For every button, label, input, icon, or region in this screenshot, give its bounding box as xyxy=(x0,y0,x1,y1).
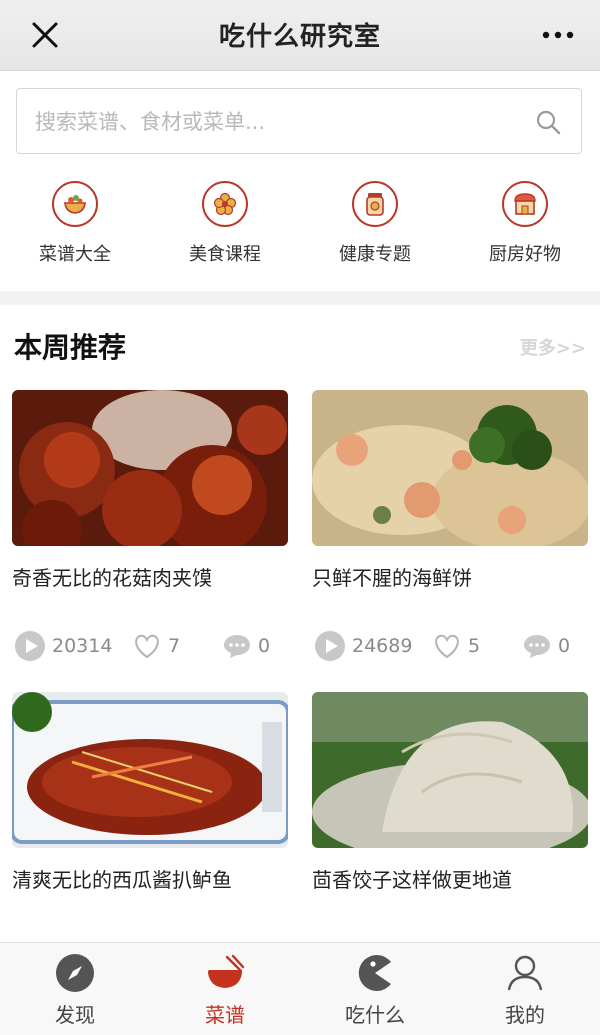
recipe-photo[interactable] xyxy=(312,692,588,848)
tab-profile[interactable]: 我的 xyxy=(450,943,600,1035)
search-area: 菜谱大全 美食课程 xyxy=(0,71,600,291)
like-count-value: 5 xyxy=(468,635,481,657)
pacman-icon xyxy=(358,955,391,991)
recipe-card[interactable]: 清爽无比的西瓜酱扒鲈鱼 xyxy=(12,692,288,893)
category-recipes[interactable]: 菜谱大全 xyxy=(10,181,140,281)
section-title: 本周推荐 xyxy=(14,331,127,364)
compass-icon xyxy=(56,954,94,992)
recipe-stats: 24689 5 0 xyxy=(312,630,588,662)
category-health[interactable]: 健康专题 xyxy=(310,181,440,281)
recipe-title[interactable]: 茴香饺子这样做更地道 xyxy=(312,864,588,893)
shop-icon xyxy=(502,181,548,227)
category-label: 厨房好物 xyxy=(489,244,561,265)
title-bar: 吃什么研究室 xyxy=(0,0,600,71)
recipe-title[interactable]: 清爽无比的西瓜酱扒鲈鱼 xyxy=(12,864,288,893)
recipe-title[interactable]: 只鲜不腥的海鲜饼 xyxy=(312,562,588,591)
more-link[interactable]: 更多>> xyxy=(520,334,586,360)
heart-icon xyxy=(135,634,159,659)
recipe-title[interactable]: 奇香无比的花菇肉夹馍 xyxy=(12,562,288,591)
play-count-value: 24689 xyxy=(352,635,413,657)
tab-recipes[interactable]: 菜谱 xyxy=(150,943,300,1035)
bottom-tab-bar: 发现 菜谱 吃什么 我的 xyxy=(0,942,600,1035)
tab-what-to-eat[interactable]: 吃什么 xyxy=(300,943,450,1035)
like-count-value: 7 xyxy=(168,635,181,657)
tab-label: 发现 xyxy=(55,1003,95,1027)
play-icon xyxy=(315,631,345,661)
play-icon xyxy=(15,631,45,661)
recipe-card[interactable]: 奇香无比的花菇肉夹馍 20314 7 0 xyxy=(12,390,288,661)
category-label: 美食课程 xyxy=(189,244,261,265)
play-count: 20314 xyxy=(14,630,112,662)
search-input[interactable] xyxy=(33,99,517,145)
recipe-photo[interactable] xyxy=(12,390,288,546)
category-row: 菜谱大全 美食课程 健康专题 厨房好物 xyxy=(0,181,600,281)
tab-label: 我的 xyxy=(505,1003,545,1027)
more-icon xyxy=(542,31,574,39)
more-button[interactable] xyxy=(538,22,578,48)
comment-count-value: 0 xyxy=(558,635,571,657)
search-icon[interactable] xyxy=(535,109,561,135)
category-courses[interactable]: 美食课程 xyxy=(160,181,290,281)
recipe-card[interactable]: 只鲜不腥的海鲜饼 24689 5 0 xyxy=(312,390,588,661)
flower-icon xyxy=(202,181,248,227)
section-divider xyxy=(0,291,600,305)
tab-discover[interactable]: 发现 xyxy=(0,943,150,1035)
like-count[interactable]: 5 xyxy=(432,630,480,662)
heart-icon xyxy=(435,634,459,659)
recipe-photo[interactable] xyxy=(12,692,288,848)
category-kitchen-goods[interactable]: 厨房好物 xyxy=(460,181,590,281)
comment-count-value: 0 xyxy=(258,635,271,657)
recipe-photo[interactable] xyxy=(312,390,588,546)
comment-icon xyxy=(224,635,250,658)
recipe-stats: 20314 7 0 xyxy=(12,630,288,662)
like-count[interactable]: 7 xyxy=(132,630,180,662)
recipe-bowl-icon xyxy=(52,181,98,227)
bowl-chopsticks-icon xyxy=(208,954,245,988)
tab-label: 吃什么 xyxy=(345,1003,405,1027)
category-label: 菜谱大全 xyxy=(39,244,111,265)
play-count-value: 20314 xyxy=(52,635,113,657)
tab-label: 菜谱 xyxy=(205,1003,245,1027)
play-count: 24689 xyxy=(314,630,412,662)
comment-count[interactable]: 0 xyxy=(222,630,270,662)
page-title: 吃什么研究室 xyxy=(218,22,381,52)
category-label: 健康专题 xyxy=(339,244,411,265)
comment-icon xyxy=(524,635,550,658)
user-icon xyxy=(507,955,543,991)
jar-icon xyxy=(352,181,398,227)
search-box[interactable] xyxy=(16,88,582,154)
recipe-card[interactable]: 茴香饺子这样做更地道 xyxy=(312,692,588,893)
comment-count[interactable]: 0 xyxy=(522,630,570,662)
